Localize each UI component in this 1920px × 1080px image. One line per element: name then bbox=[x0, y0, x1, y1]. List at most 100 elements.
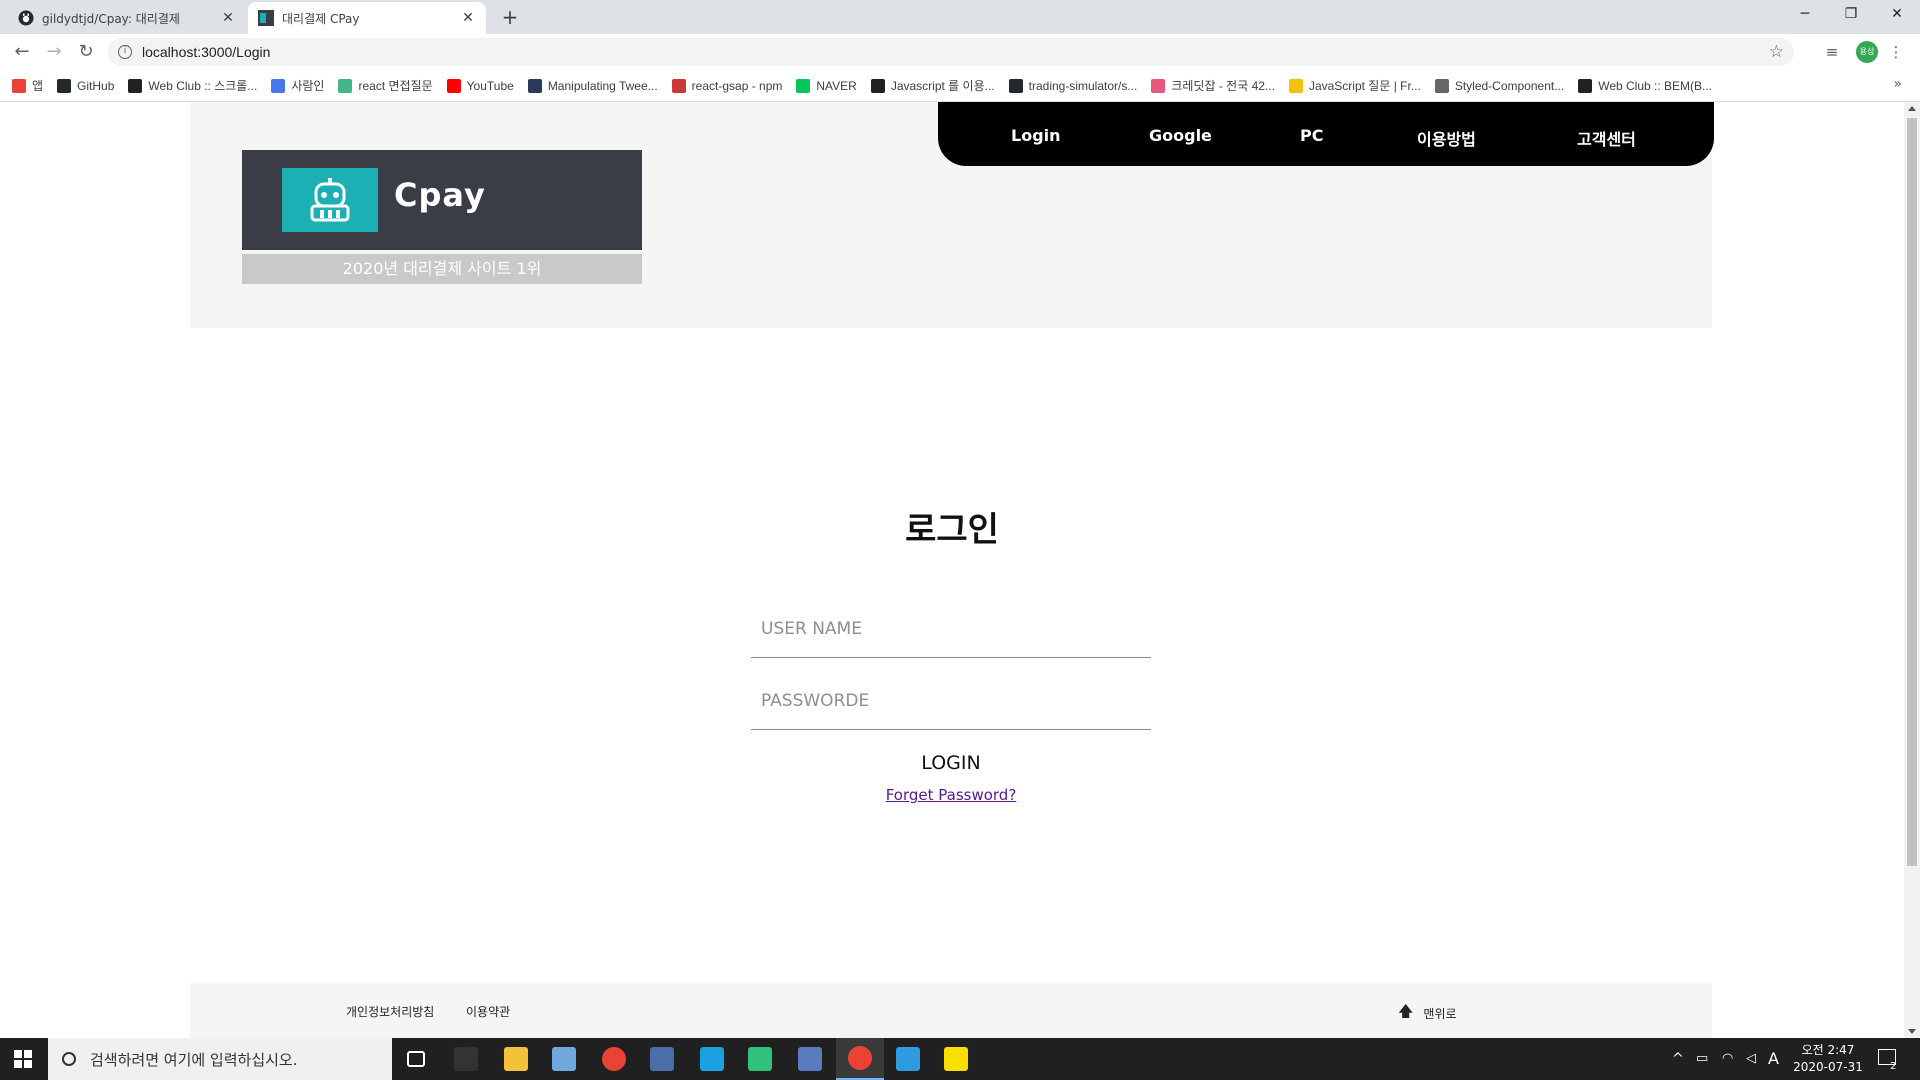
battery-icon[interactable]: ▭ bbox=[1696, 1038, 1708, 1080]
wifi-icon[interactable]: ◠ bbox=[1722, 1038, 1733, 1080]
taskbar-app[interactable] bbox=[392, 1038, 440, 1080]
task-view-icon bbox=[407, 1051, 425, 1067]
bookmarks-more-icon[interactable]: » bbox=[1893, 76, 1902, 92]
bookmark-star-icon[interactable]: ☆ bbox=[1769, 42, 1784, 62]
taskbar-app[interactable] bbox=[688, 1038, 736, 1080]
bookmark-item[interactable]: react 면접질문 bbox=[338, 77, 433, 94]
vue-icon bbox=[338, 78, 353, 93]
notes-icon bbox=[552, 1047, 576, 1071]
file-explorer-icon bbox=[504, 1047, 528, 1071]
back-arrow-icon[interactable]: ← bbox=[10, 40, 34, 64]
taskbar-app[interactable] bbox=[590, 1038, 638, 1080]
dots-icon bbox=[1578, 78, 1593, 93]
taskbar-app[interactable] bbox=[836, 1038, 884, 1080]
vscode-icon bbox=[896, 1047, 920, 1071]
close-tab-icon[interactable]: ✕ bbox=[460, 10, 476, 26]
forget-password-link[interactable]: Forget Password? bbox=[801, 786, 1101, 804]
new-tab-button[interactable]: + bbox=[498, 6, 522, 30]
nav-how-to-use[interactable]: 이용방법 bbox=[1417, 126, 1476, 150]
tab-cpay[interactable]: 대리결제 CPay ✕ bbox=[248, 2, 486, 34]
restore-button[interactable]: ❐ bbox=[1828, 0, 1874, 30]
login-title: 로그인 bbox=[905, 510, 999, 550]
bookmark-label: Styled-Component... bbox=[1454, 78, 1565, 93]
bookmark-label: Manipulating Twee... bbox=[547, 78, 658, 93]
tab-github[interactable]: gildydtjd/Cpay: 대리결제 ✕ bbox=[8, 2, 246, 34]
taskbar-app[interactable] bbox=[492, 1038, 540, 1080]
url-text: localhost:3000/Login bbox=[142, 44, 271, 60]
tab-title: 대리결제 CPay bbox=[282, 11, 360, 26]
bookmark-item[interactable]: trading-simulator/s... bbox=[1008, 78, 1138, 93]
tray-chevron-icon[interactable]: ^ bbox=[1672, 1038, 1684, 1080]
bookmark-label: react-gsap - npm bbox=[691, 78, 783, 93]
nav-google[interactable]: Google bbox=[1149, 126, 1212, 145]
bookmark-item[interactable]: Manipulating Twee... bbox=[527, 78, 658, 93]
profile-avatar[interactable]: 용성 bbox=[1856, 41, 1878, 63]
taskbar-app[interactable] bbox=[884, 1038, 932, 1080]
hat-icon bbox=[527, 78, 542, 93]
nav-pc[interactable]: PC bbox=[1300, 126, 1323, 145]
bookmark-item[interactable]: 앱 bbox=[12, 77, 43, 94]
password-input[interactable] bbox=[751, 672, 1151, 730]
ime-indicator[interactable]: A bbox=[1768, 1038, 1779, 1080]
scroll-down-arrow-icon[interactable] bbox=[1908, 1029, 1916, 1034]
taskbar-app[interactable] bbox=[736, 1038, 784, 1080]
privacy-policy-link[interactable]: 개인정보처리방침 bbox=[346, 1003, 434, 1020]
bookmark-item[interactable]: Styled-Component... bbox=[1434, 78, 1565, 93]
taskbar-clock[interactable]: 오전 2:47 2020-07-31 bbox=[1788, 1042, 1868, 1076]
minimize-button[interactable]: ─ bbox=[1782, 0, 1828, 30]
taskbar-search[interactable]: 검색하려면 여기에 입력하십시오. bbox=[48, 1038, 392, 1080]
menu-kebab-icon[interactable]: ⋮ bbox=[1884, 40, 1908, 64]
kakaotalk-icon bbox=[944, 1047, 968, 1071]
nav-login[interactable]: Login bbox=[1011, 126, 1061, 145]
bookmark-item[interactable]: JavaScript 질문 | Fr... bbox=[1288, 77, 1421, 94]
tab-title: gildydtjd/Cpay: 대리결제 bbox=[42, 11, 180, 26]
terms-link[interactable]: 이용약관 bbox=[466, 1003, 510, 1020]
windows-start-icon[interactable] bbox=[0, 1038, 46, 1080]
login-button[interactable]: LOGIN bbox=[851, 748, 1051, 778]
back-to-top-link[interactable]: 🡅 맨위로 bbox=[1398, 1001, 1457, 1026]
clock-date: 2020-07-31 bbox=[1793, 1060, 1863, 1074]
bookmark-item[interactable]: NAVER bbox=[796, 78, 857, 93]
bookmark-label: 사람인 bbox=[291, 79, 325, 93]
reload-icon[interactable]: ↻ bbox=[74, 40, 98, 64]
bookmark-item[interactable]: 크레딧잡 - 전국 42... bbox=[1151, 77, 1275, 94]
taskbar-app[interactable] bbox=[540, 1038, 588, 1080]
taskbar-app[interactable] bbox=[932, 1038, 980, 1080]
bookmark-label: YouTube bbox=[466, 78, 514, 93]
top-navigation: Login Google PC 이용방법 고객센터 bbox=[938, 102, 1714, 166]
bookmark-item[interactable]: Web Club :: BEM(B... bbox=[1578, 78, 1712, 93]
scrollbar-thumb[interactable] bbox=[1907, 118, 1917, 866]
address-bar[interactable]: i localhost:3000/Login ☆ bbox=[108, 38, 1794, 66]
volume-icon[interactable]: ◁ bbox=[1746, 1038, 1756, 1080]
bookmark-label: GitHub bbox=[77, 78, 115, 93]
notification-count: 2 bbox=[1890, 1061, 1897, 1072]
site-info-icon[interactable]: i bbox=[118, 45, 132, 59]
notification-icon[interactable]: 2 bbox=[1878, 1038, 1896, 1080]
robot-logo-icon bbox=[282, 168, 378, 232]
nav-customer-center[interactable]: 고객센터 bbox=[1577, 126, 1636, 150]
logo-text: Cpay bbox=[394, 176, 486, 214]
forward-arrow-icon[interactable]: → bbox=[42, 40, 66, 64]
page-viewport: Cpay 2020년 대리결제 사이트 1위 Login Google PC 이… bbox=[0, 102, 1904, 1038]
close-window-button[interactable]: ✕ bbox=[1874, 0, 1920, 30]
media-control-icon[interactable]: ≡ bbox=[1820, 40, 1844, 64]
close-tab-icon[interactable]: ✕ bbox=[220, 10, 236, 26]
npm-icon bbox=[671, 78, 686, 93]
bookmark-label: 앱 bbox=[32, 79, 44, 93]
page-scrollbar[interactable] bbox=[1904, 102, 1920, 1038]
github-icon bbox=[18, 10, 34, 26]
username-input[interactable] bbox=[751, 600, 1151, 658]
scroll-up-arrow-icon[interactable] bbox=[1908, 106, 1916, 111]
bookmark-item[interactable]: 사람인 bbox=[271, 77, 324, 94]
bookmark-item[interactable]: YouTube bbox=[446, 78, 514, 93]
bookmark-item[interactable]: Web Club :: 스크롤... bbox=[128, 77, 257, 94]
taskbar-app[interactable] bbox=[638, 1038, 686, 1080]
bookmark-item[interactable]: GitHub bbox=[57, 78, 115, 93]
bookmark-label: trading-simulator/s... bbox=[1028, 78, 1138, 93]
taskbar-app[interactable] bbox=[786, 1038, 834, 1080]
taskbar-app[interactable] bbox=[442, 1038, 490, 1080]
site-logo[interactable]: Cpay bbox=[242, 150, 642, 250]
bookmark-item[interactable]: Javascript 를 이용... bbox=[870, 77, 995, 94]
bookmark-item[interactable]: react-gsap - npm bbox=[671, 78, 783, 93]
bookmark-label: Web Club :: 스크롤... bbox=[148, 79, 258, 93]
